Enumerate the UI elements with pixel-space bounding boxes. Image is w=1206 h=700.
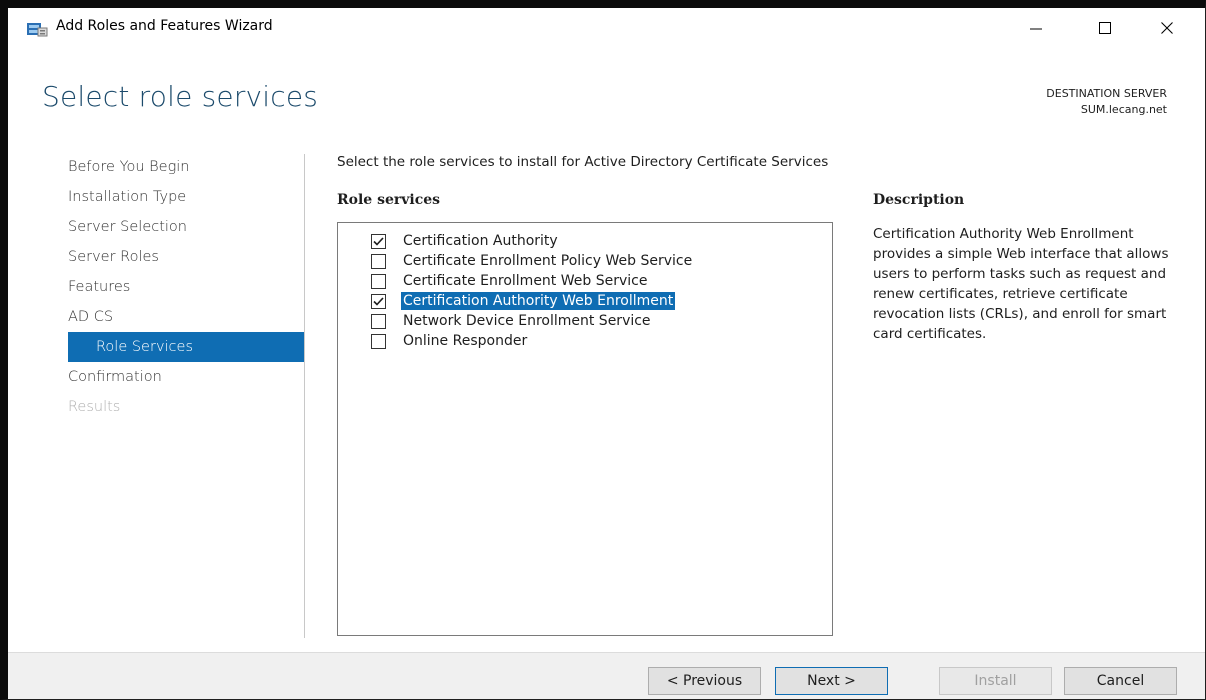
- close-icon: [1160, 20, 1174, 39]
- nav-item-confirmation[interactable]: Confirmation: [68, 362, 304, 392]
- checkbox[interactable]: [371, 273, 386, 289]
- role-service-item-online-responder[interactable]: Online Responder: [371, 331, 694, 351]
- maximize-icon: [1098, 20, 1112, 39]
- role-service-label: Certification Authority: [403, 233, 558, 249]
- role-services-heading: Role services: [337, 192, 441, 208]
- window-title: Add Roles and Features Wizard: [56, 18, 273, 34]
- role-service-item-certification-authority[interactable]: Certification Authority: [371, 231, 694, 251]
- nav-item-results: Results: [68, 399, 121, 415]
- page-title: Select role services: [42, 80, 319, 113]
- role-service-label: Certification Authority Web Enrollment: [401, 292, 676, 310]
- nav-item-features[interactable]: Features: [68, 272, 304, 302]
- checkbox[interactable]: [371, 233, 386, 249]
- checkmark-icon: [373, 296, 384, 306]
- role-service-item-cert-enrollment-web-service[interactable]: Certificate Enrollment Web Service: [371, 271, 694, 291]
- footer-bar: < Previous Next > Install Cancel: [8, 652, 1205, 699]
- title-bar[interactable]: Add Roles and Features Wizard: [8, 8, 1205, 48]
- role-service-item-network-device-enrollment[interactable]: Network Device Enrollment Service: [371, 311, 694, 331]
- nav-item-installation-type[interactable]: Installation Type: [68, 182, 304, 212]
- role-service-item-ca-web-enrollment[interactable]: Certification Authority Web Enrollment: [371, 291, 694, 311]
- maximize-button[interactable]: [1082, 12, 1128, 46]
- minimize-icon: [1029, 20, 1043, 39]
- wizard-nav: Before You Begin Installation Type Serve…: [68, 152, 304, 422]
- nav-item-server-selection[interactable]: Server Selection: [68, 212, 304, 242]
- checkbox[interactable]: [371, 313, 386, 329]
- nav-item-before-you-begin[interactable]: Before You Begin: [68, 152, 304, 182]
- checkmark-icon: [373, 236, 384, 246]
- role-service-label: Online Responder: [403, 333, 528, 349]
- role-service-label: Certificate Enrollment Policy Web Servic…: [403, 253, 693, 269]
- destination-server-info: DESTINATION SERVER SUM.lecang.net: [1046, 86, 1167, 118]
- nav-item-ad-cs[interactable]: AD CS: [68, 302, 304, 332]
- nav-item-server-roles[interactable]: Server Roles: [68, 242, 304, 272]
- nav-divider: [304, 154, 305, 638]
- close-button[interactable]: [1144, 12, 1190, 46]
- role-service-item-cert-enrollment-policy-web-service[interactable]: Certificate Enrollment Policy Web Servic…: [371, 251, 694, 271]
- destination-server-name: SUM.lecang.net: [1080, 103, 1167, 116]
- previous-button[interactable]: < Previous: [648, 667, 761, 695]
- destination-label: DESTINATION SERVER: [1046, 87, 1167, 100]
- nav-item-role-services[interactable]: Role Services: [68, 332, 304, 362]
- install-button: Install: [939, 667, 1052, 695]
- wizard-window: Add Roles and Features Wizard Select rol…: [0, 0, 1206, 700]
- role-service-label: Network Device Enrollment Service: [403, 313, 651, 329]
- description-heading: Description: [873, 192, 965, 208]
- minimize-button[interactable]: [1013, 12, 1059, 46]
- checkbox[interactable]: [371, 293, 386, 309]
- cancel-button[interactable]: Cancel: [1064, 667, 1177, 695]
- role-service-label: Certificate Enrollment Web Service: [403, 273, 648, 289]
- next-button[interactable]: Next >: [775, 667, 888, 695]
- checkbox[interactable]: [371, 333, 386, 349]
- role-services-list[interactable]: Certification Authority Certificate Enro…: [337, 222, 833, 636]
- instruction-text: Select the role services to install for …: [337, 154, 829, 170]
- checkbox[interactable]: [371, 253, 386, 269]
- server-manager-icon: [26, 20, 48, 38]
- description-text: Certification Authority Web Enrollment p…: [873, 226, 1169, 342]
